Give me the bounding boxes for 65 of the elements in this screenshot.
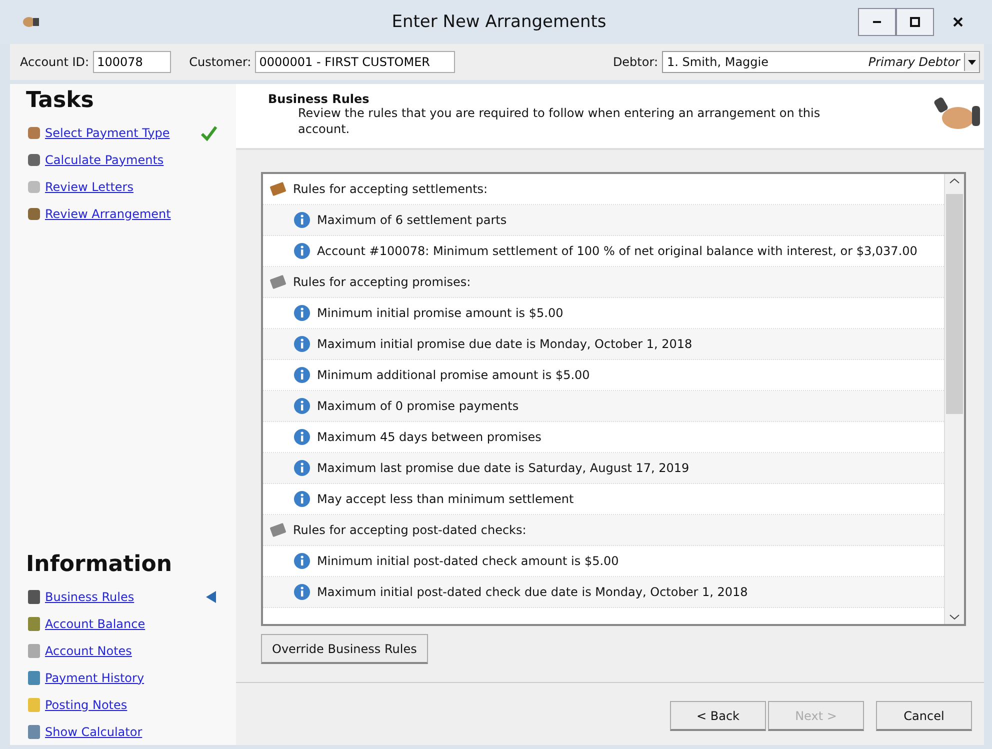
customer-label: Customer:: [189, 55, 252, 69]
debtor-label: Debtor:: [612, 55, 658, 69]
scrollbar-thumb[interactable]: [946, 194, 963, 414]
info-icon: [26, 670, 42, 686]
account-id-field[interactable]: 100078: [93, 51, 172, 73]
info-icon: [26, 616, 42, 632]
info-icon: [293, 552, 311, 570]
override-button[interactable]: Override Business Rules: [261, 634, 428, 664]
info-icon: [26, 642, 42, 658]
info-icon: [26, 588, 42, 604]
rule-text: Maximum initial promise due date is Monday, October 1, 2018: [317, 337, 692, 351]
info-link[interactable]: Posting Notes: [45, 698, 128, 712]
rule-text: Maximum 45 days between promises: [317, 430, 542, 444]
info-link[interactable]: Business Rules: [45, 590, 134, 604]
info-icon: [293, 366, 311, 384]
info-link[interactable]: Show Calculator: [45, 724, 142, 738]
rule-group-title: Rules for accepting settlements:: [293, 182, 488, 196]
scrollbar[interactable]: [944, 174, 964, 624]
info-link[interactable]: Payment History: [45, 670, 144, 684]
info-icon: [293, 242, 311, 260]
info-icon: [293, 335, 311, 353]
rule-text: Minimum initial post-dated check amount is $5.00: [317, 554, 619, 568]
section-description: Review the rules that you are required to follow when entering an arrangement on this account.: [298, 106, 822, 138]
task-link[interactable]: Review Letters: [45, 180, 134, 194]
window-title: Enter New Arrangements: [390, 12, 608, 32]
rule-text: Maximum last promise due date is Saturday, August 17, 2019: [317, 461, 690, 475]
rule-group-title: Rules for accepting post-dated checks:: [293, 523, 526, 537]
task-link[interactable]: Calculate Payments: [45, 152, 164, 166]
info-icon: [26, 724, 42, 740]
task-icon: [26, 124, 42, 140]
info-icon: [293, 583, 311, 601]
maximize-icon: [910, 17, 920, 27]
info-icon: [293, 304, 311, 322]
customer-field[interactable]: 0000001 - FIRST CUSTOMER: [255, 51, 456, 73]
wizard-button[interactable]: < Back: [670, 701, 766, 731]
information-heading: Information: [26, 552, 173, 577]
rule-text: Maximum of 6 settlement parts: [317, 213, 507, 227]
info-icon: [293, 428, 311, 446]
info-icon: [293, 397, 311, 415]
task-icon: [26, 178, 42, 194]
rule-text: May accept less than minimum settlement: [317, 492, 574, 506]
info-link[interactable]: Account Notes: [45, 644, 132, 658]
rule-text: Minimum additional promise amount is $5.00: [317, 368, 590, 382]
info-link[interactable]: Account Balance: [45, 616, 146, 630]
info-icon: [293, 459, 311, 477]
task-icon: [26, 206, 42, 222]
info-icon: [293, 211, 311, 229]
rule-group-title: Rules for accepting promises:: [293, 275, 471, 289]
task-icon: [26, 152, 42, 168]
rule-text: Maximum initial post-dated check due date is Monday, October 1, 2018: [317, 585, 748, 599]
tasks-heading: Tasks: [26, 88, 95, 113]
task-link[interactable]: Review Arrangement: [45, 206, 171, 220]
rule-text: Minimum initial promise amount is $5.00: [317, 306, 564, 320]
task-link[interactable]: Select Payment Type: [45, 126, 170, 140]
rule-text: Maximum of 0 promise payments: [317, 399, 519, 413]
wizard-button[interactable]: Cancel: [876, 701, 972, 731]
account-id-label: Account ID:: [20, 55, 90, 69]
info-icon: [26, 696, 42, 712]
section-title: Business Rules: [268, 92, 370, 106]
rule-text: Account #100078: Minimum settlement of 100 % of net original balance with interest, or $3,037.00: [317, 244, 918, 258]
info-icon: [293, 490, 311, 508]
debtor-dropdown[interactable]: 1. Smith, Maggie Primary Debtor: [662, 51, 980, 73]
close-icon: [953, 17, 963, 27]
minimize-icon: [873, 21, 881, 23]
maximize-button[interactable]: [896, 8, 934, 36]
